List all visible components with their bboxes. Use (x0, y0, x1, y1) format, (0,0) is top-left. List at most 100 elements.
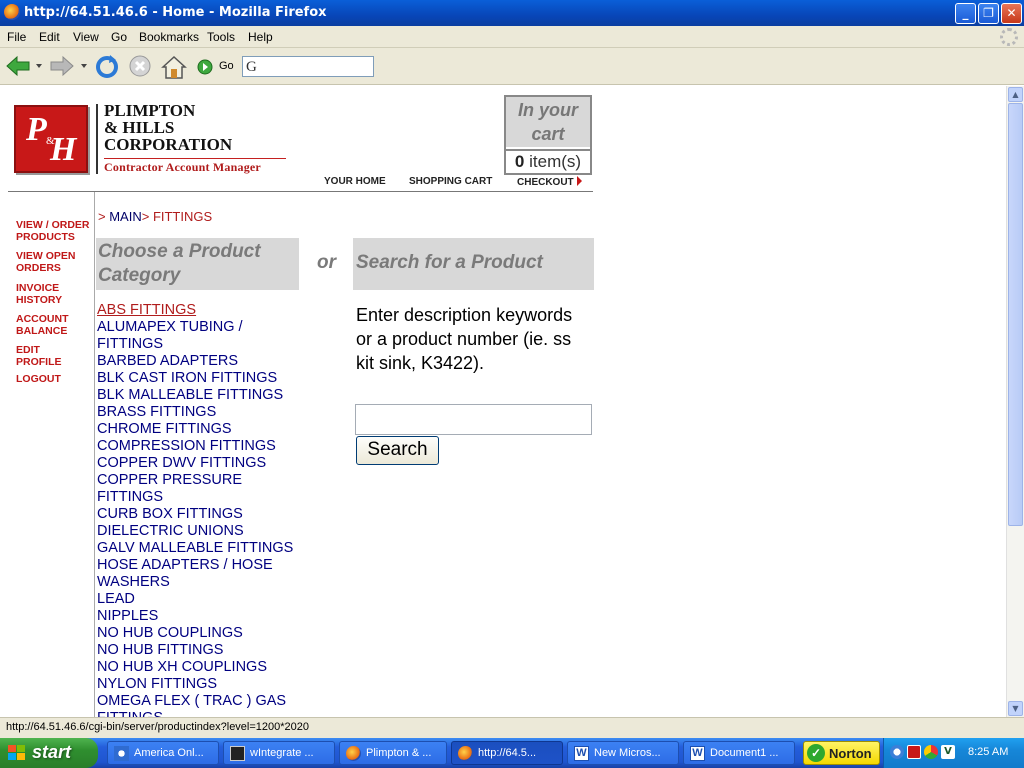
category-link[interactable]: COMPRESSION FITTINGS (97, 438, 307, 455)
category-link[interactable]: CHROME FITTINGS (97, 421, 307, 438)
menu-edit[interactable]: Edit (39, 30, 60, 44)
category-link[interactable]: NIPPLES (97, 608, 307, 625)
tray-network-icon[interactable] (890, 745, 904, 759)
go-icon[interactable] (197, 59, 213, 75)
breadcrumb-separator: > (141, 209, 153, 224)
scroll-down-icon[interactable]: ▼ (1008, 701, 1023, 716)
task-label: New Micros... (594, 747, 661, 759)
category-link[interactable]: OMEGA FLEX ( TRAC ) GAS FITTINGS (97, 693, 307, 717)
status-bar: http://64.51.46.6/cgi-bin/server/product… (0, 717, 1024, 738)
breadcrumb: > MAIN> FITTINGS (98, 209, 212, 224)
windows-logo-icon (8, 745, 25, 761)
search-bar[interactable]: G (242, 56, 374, 77)
task-wintegrate[interactable]: wIntegrate ... (223, 741, 335, 765)
logo-letter-p: P (26, 111, 47, 148)
menu-view[interactable]: View (73, 30, 99, 44)
menu-tools[interactable]: Tools (207, 30, 235, 44)
task-label: Plimpton & ... (366, 747, 432, 759)
category-link[interactable]: NO HUB FITTINGS (97, 642, 307, 659)
category-link[interactable]: DIELECTRIC UNIONS (97, 523, 307, 540)
company-tagline: Contractor Account Manager (104, 160, 261, 174)
category-link[interactable]: BRASS FITTINGS (97, 404, 307, 421)
sidebar-item-account-balance[interactable]: ACCOUNT BALANCE (16, 313, 76, 337)
breadcrumb-main[interactable]: MAIN (109, 209, 142, 224)
category-link[interactable]: GALV MALLEABLE FITTINGS (97, 540, 307, 557)
cart-heading: In your cart (506, 97, 590, 147)
sidebar-item-invoice-history[interactable]: INVOICE HISTORY (16, 282, 72, 306)
category-link[interactable]: NO HUB COUPLINGS (97, 625, 307, 642)
menu-bookmarks[interactable]: Bookmarks (139, 30, 199, 44)
sidebar-divider (94, 192, 95, 717)
category-panel-heading: Choose a Product Category (96, 238, 299, 290)
search-panel-heading: Search for a Product (353, 238, 594, 290)
sidebar-item-view-open-orders[interactable]: VIEW OPEN ORDERS (16, 250, 82, 274)
terminal-icon (230, 746, 245, 761)
category-link[interactable]: COPPER DWV FITTINGS (97, 455, 307, 472)
throbber-icon (1000, 28, 1018, 46)
task-firefox-active[interactable]: http://64.5... (451, 741, 563, 765)
task-document1[interactable]: W Document1 ... (683, 741, 795, 765)
category-link[interactable]: ALUMAPEX TUBING / FITTINGS (97, 319, 307, 353)
scroll-thumb[interactable] (1008, 103, 1023, 526)
sidebar-item-logout[interactable]: LOGOUT (16, 373, 61, 385)
nav-checkout[interactable]: CHECKOUT (517, 176, 582, 188)
task-new-microsoft[interactable]: W New Micros... (567, 741, 679, 765)
scroll-up-icon[interactable]: ▲ (1008, 87, 1023, 102)
maximize-button[interactable]: ❐ (978, 3, 999, 24)
menu-help[interactable]: Help (248, 30, 273, 44)
category-link[interactable]: ABS FITTINGS (97, 302, 307, 319)
search-button[interactable]: Search (356, 436, 439, 465)
home-icon[interactable] (160, 54, 188, 80)
vertical-scrollbar[interactable]: ▲ ▼ (1006, 86, 1024, 717)
category-link[interactable]: BLK CAST IRON FITTINGS (97, 370, 307, 387)
sidebar-item-edit-profile[interactable]: EDIT PROFILE (16, 344, 68, 368)
or-separator: or (317, 252, 336, 273)
category-link[interactable]: LEAD (97, 591, 307, 608)
page-content: P & H PLIMPTON & HILLS CORPORATION Contr… (0, 86, 1006, 717)
back-dropdown-icon[interactable] (35, 62, 43, 70)
menu-file[interactable]: File (7, 30, 26, 44)
breadcrumb-current: FITTINGS (152, 209, 213, 224)
nav-your-home[interactable]: YOUR HOME (324, 176, 386, 187)
minimize-button[interactable]: _ (955, 3, 976, 24)
category-link[interactable]: NO HUB XH COUPLINGS (97, 659, 307, 676)
google-icon: G (246, 59, 257, 75)
close-button[interactable]: ✕ (1001, 3, 1022, 24)
task-label: Document1 ... (710, 747, 779, 759)
category-link[interactable]: BLK MALLEABLE FITTINGS (97, 387, 307, 404)
reload-icon[interactable] (94, 54, 120, 80)
category-link[interactable]: NYLON FITTINGS (97, 676, 307, 693)
back-arrow-icon[interactable] (5, 54, 31, 78)
nav-shopping-cart[interactable]: SHOPPING CART (409, 176, 492, 187)
navigation-toolbar: Go G (0, 48, 1024, 85)
norton-button[interactable]: ✓ Norton (803, 741, 880, 765)
menu-go[interactable]: Go (111, 30, 127, 44)
window-title: http://64.51.46.6 - Home - Mozilla Firef… (24, 5, 327, 20)
firefox-icon (4, 4, 20, 20)
sidebar-item-view-order-products[interactable]: VIEW / ORDER PRODUCTS (16, 219, 92, 243)
task-label: America Onl... (134, 747, 204, 759)
taskbar: start America Onl... wIntegrate ... Plim… (0, 738, 1024, 768)
task-label: wIntegrate ... (250, 747, 314, 759)
category-link[interactable]: BARBED ADAPTERS (97, 353, 307, 370)
task-plimpton[interactable]: Plimpton & ... (339, 741, 447, 765)
cart-count: 0 item(s) (506, 149, 590, 173)
tray-app-icon[interactable] (907, 745, 921, 759)
task-america-online[interactable]: America Onl... (107, 741, 219, 765)
tray-chrome-icon[interactable] (924, 745, 938, 759)
company-logo[interactable]: P & H (14, 105, 88, 173)
forward-arrow-icon[interactable] (49, 54, 75, 78)
cart-summary[interactable]: In your cart 0 item(s) (504, 95, 592, 175)
stop-icon[interactable] (128, 54, 152, 78)
category-link[interactable]: COPPER PRESSURE FITTINGS (97, 472, 307, 506)
category-link[interactable]: HOSE ADAPTERS / HOSE WASHERS (97, 557, 307, 591)
forward-dropdown-icon[interactable] (80, 62, 88, 70)
category-link[interactable]: CURB BOX FITTINGS (97, 506, 307, 523)
word-icon: W (574, 746, 589, 761)
breadcrumb-prefix: > (98, 209, 110, 224)
category-list: ABS FITTINGS ALUMAPEX TUBING / FITTINGS BA… (97, 302, 307, 717)
product-search-input[interactable] (355, 404, 592, 435)
start-button[interactable]: start (0, 738, 98, 768)
tray-v-icon[interactable]: V (941, 745, 955, 759)
go-label[interactable]: Go (219, 60, 234, 72)
